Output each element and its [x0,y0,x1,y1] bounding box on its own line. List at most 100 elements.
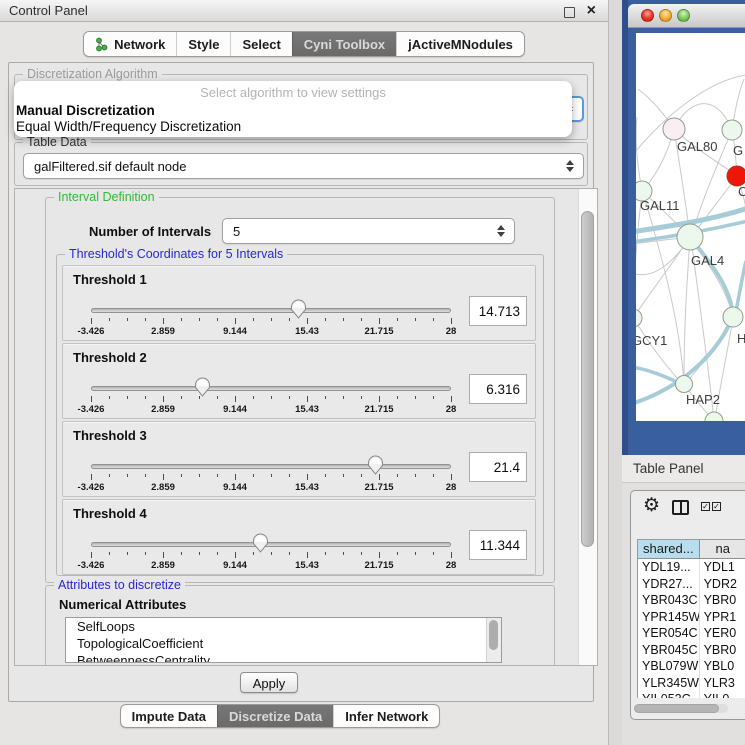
apply-button[interactable]: Apply [240,672,298,693]
minimize-traffic-light-icon[interactable] [659,9,672,22]
float-window-icon[interactable] [564,7,575,18]
threshold-value-field[interactable]: 11.344 [469,530,527,560]
table-cell[interactable]: YPR145W [638,609,700,626]
table-column-header[interactable]: na [700,540,745,559]
panel-scrollbar-thumb[interactable] [581,211,594,547]
tab-network[interactable]: Network [84,32,176,56]
table-cell[interactable]: YER0 [700,625,745,642]
table-cell[interactable]: YDL1 [700,559,745,576]
network-edge[interactable] [643,193,684,383]
slider-thumb[interactable] [194,377,211,397]
slider-thumb[interactable] [367,455,384,475]
control-panel-title: Control Panel [9,3,88,18]
number-of-intervals-combobox[interactable]: 5 [222,218,515,244]
table-row[interactable]: YLR345WYLR3 [638,675,745,692]
table-cell[interactable]: YIL052C [638,691,700,698]
table-cell[interactable]: YPR1 [700,609,745,626]
network-node[interactable] [677,224,703,250]
slider-thumb[interactable] [252,533,269,553]
table-cell[interactable]: YBL0 [700,658,745,675]
list-scrollbar-track[interactable] [486,618,501,662]
slider-track[interactable] [91,464,451,469]
slider-track[interactable] [91,386,451,391]
table-row[interactable]: YDR27...YDR2 [638,576,745,593]
table-hscrollbar-track[interactable] [634,704,728,713]
list-scrollbar-thumb[interactable] [489,620,498,650]
table-row[interactable]: YPR145WYPR1 [638,609,745,626]
slider-tick-label: 15.43 [295,560,319,571]
network-edge[interactable] [691,239,733,315]
slider-thumb[interactable] [290,299,307,319]
algorithm-option[interactable]: Manual Discretization [14,103,572,119]
table-cell[interactable]: YBR043C [638,592,700,609]
attribute-list-item[interactable]: BetweennessCentrality [66,652,501,663]
slider-track[interactable] [91,308,451,313]
bottom-tab-infer-network[interactable]: Infer Network [333,705,439,727]
table-cell[interactable]: YLR3 [700,675,745,692]
table-cell[interactable]: YDL19... [638,559,700,576]
table-row[interactable]: YBR045CYBR0 [638,642,745,659]
panel-scrollbar-track[interactable] [578,189,597,665]
tab-jactivemnodules[interactable]: jActiveMNodules [396,32,524,56]
numerical-attributes-list[interactable]: SelfLoopsTopologicalCoefficientBetweenne… [65,617,502,663]
algorithm-option[interactable]: Equal Width/Frequency Discretization [14,119,572,135]
threshold-value-field[interactable]: 14.713 [469,296,527,326]
table-cell[interactable]: YBR0 [700,642,745,659]
network-edge[interactable] [684,238,690,383]
network-graph[interactable]: GAL80GCGAL11GAL4GCY1HHAP2 [636,33,745,421]
network-canvas[interactable]: GAL80GCGAL11GAL4GCY1HHAP2 [636,33,745,421]
attribute-list-item[interactable]: TopologicalCoefficient [66,635,501,652]
zoom-traffic-light-icon[interactable] [677,9,690,22]
network-edge[interactable] [636,117,642,191]
slider-tick-label: 15.43 [295,482,319,493]
table-column-header[interactable]: shared... [638,540,700,559]
table-hscrollbar-thumb[interactable] [634,704,719,713]
table-cell[interactable]: YDR27... [638,576,700,593]
table-row[interactable]: YBR043CYBR0 [638,592,745,609]
bottom-tab-impute-data[interactable]: Impute Data [121,705,217,727]
attribute-list-item[interactable]: SelfLoops [66,618,501,635]
table-row[interactable]: YDL19...YDL1 [638,559,745,576]
bottom-tab-discretize-data[interactable]: Discretize Data [217,705,333,727]
bottom-tab-label: Infer Network [345,709,428,724]
table-cell[interactable]: YER054C [638,625,700,642]
slider-tick [451,396,452,402]
network-node[interactable] [676,376,693,393]
table-data-combobox[interactable]: galFiltered.sif default node [23,153,584,179]
tab-cyni-toolbox[interactable]: Cyni Toolbox [292,32,396,56]
threshold-panel: Threshold 3-3.4262.8599.14415.4321.71528… [62,421,536,497]
slider-tick [415,318,416,321]
tab-select[interactable]: Select [230,32,291,56]
slider-tick [289,396,290,399]
network-node[interactable] [723,307,743,327]
table-row[interactable]: YER054CYER0 [638,625,745,642]
table-data-value: galFiltered.sif default node [34,159,186,174]
table-cell[interactable]: YLR345W [638,675,700,692]
table-cell[interactable]: YBR0 [700,592,745,609]
threshold-value-field[interactable]: 21.4 [469,452,527,482]
network-node[interactable] [636,309,642,327]
algorithm-placeholder-option[interactable]: Select algorithm to view settings [14,81,572,103]
slider-track[interactable] [91,542,451,547]
table-row[interactable]: YBL079WYBL0 [638,658,745,675]
table-cell[interactable]: YBR045C [638,642,700,659]
node-table[interactable]: shared...naYDL19...YDL1YDR27...YDR2YBR04… [637,539,745,698]
gear-icon[interactable]: ⚙ [643,495,660,517]
close-icon[interactable]: × [587,0,596,22]
network-node[interactable] [663,118,685,140]
table-cell[interactable]: YDR2 [700,576,745,593]
threshold-value-field[interactable]: 6.316 [469,374,527,404]
tab-style[interactable]: Style [176,32,230,56]
columns-icon[interactable] [672,500,689,515]
network-node[interactable] [727,166,745,186]
slider-tick-label: 21.715 [364,482,393,493]
checkbox-pair-icon[interactable]: ✓✓ [701,502,721,511]
network-node[interactable] [722,120,742,140]
combobox-arrows-icon [566,160,574,172]
table-cell[interactable]: YBL079W [638,658,700,675]
close-traffic-light-icon[interactable] [641,9,654,22]
slider-tick [397,396,398,399]
slider-tick [163,474,164,480]
table-cell[interactable]: YIL0 [700,691,745,698]
table-row[interactable]: YIL052CYIL0 [638,691,745,698]
